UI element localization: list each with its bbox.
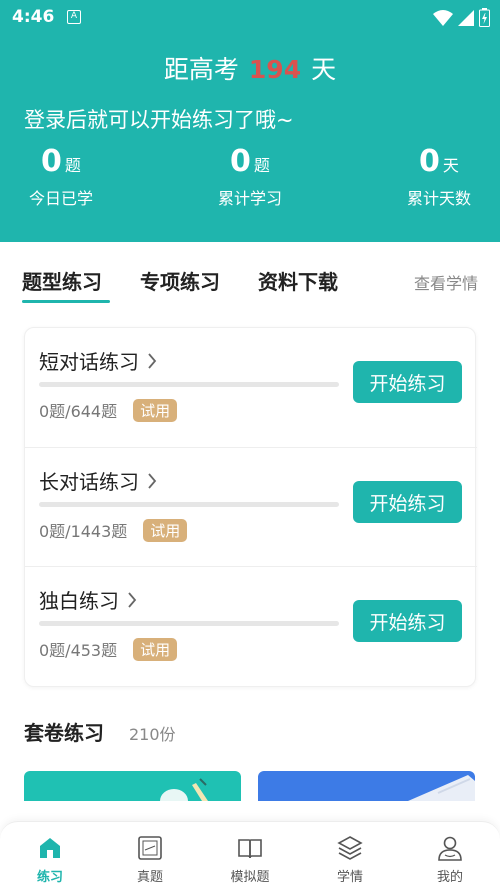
practice-title-text: 短对话练习 — [39, 350, 139, 374]
start-practice-button[interactable]: 开始练习 — [353, 361, 462, 403]
view-progress-link[interactable]: 查看学情 — [414, 270, 478, 294]
practice-title-text: 长对话练习 — [39, 470, 139, 494]
notification-icon: A — [67, 10, 81, 24]
stat-unit: 天 — [442, 156, 459, 175]
header: 距高考 194 天 登录后就可以开始练习了哦~ 0题 今日已学 0题 累计学习 0天… — [0, 36, 500, 242]
practice-count: 0题/453题 — [39, 641, 118, 660]
tab-special[interactable]: 专项练习 — [140, 266, 220, 295]
chevron-right-icon — [128, 591, 137, 608]
status-time: 4:46 — [12, 7, 55, 27]
stat-today: 0题 今日已学 — [24, 144, 98, 209]
nav-label: 真题 — [136, 870, 163, 885]
nav-real-exams[interactable]: 真题 — [110, 834, 190, 885]
practice-title[interactable]: 短对话练习 — [39, 346, 157, 375]
stat-days: 0天 累计天数 — [400, 144, 478, 209]
stat-unit: 题 — [64, 156, 81, 175]
nav-learning-status[interactable]: 学情 — [310, 834, 390, 885]
trial-badge: 试用 — [133, 398, 178, 422]
sets-title: 套卷练习 — [24, 721, 104, 745]
tab-question-type[interactable]: 题型练习 — [22, 266, 102, 295]
home-icon — [40, 838, 60, 858]
sets-count: 210份 — [129, 725, 176, 744]
practice-item: 独白练习 0题/453题 试用 开始练习 — [25, 566, 477, 685]
status-icons — [433, 8, 490, 27]
nav-mine[interactable]: 我的 — [410, 834, 490, 885]
user-icon — [438, 836, 462, 861]
progress-bar — [39, 382, 339, 387]
stat-label: 累计天数 — [406, 189, 471, 208]
exam-paper-icon — [138, 836, 162, 860]
set-card[interactable] — [24, 771, 241, 801]
nav-mock-exams[interactable]: 模拟题 — [210, 834, 290, 885]
practice-card: 短对话练习 0题/644题 试用 开始练习 长对话练习 0题/1443题 试用 … — [24, 327, 477, 687]
nav-label: 学情 — [336, 870, 363, 885]
tab-download[interactable]: 资料下载 — [258, 266, 338, 295]
stat-value: 0 — [419, 144, 440, 179]
practice-tabs: 题型练习 专项练习 资料下载 查看学情 — [0, 266, 500, 306]
start-practice-button[interactable]: 开始练习 — [353, 481, 462, 523]
progress-bar — [39, 502, 339, 507]
active-tab-indicator — [22, 300, 110, 303]
stat-unit: 题 — [253, 156, 270, 175]
stat-value: 0 — [41, 144, 62, 179]
stat-label: 今日已学 — [28, 189, 93, 208]
progress-bar — [39, 621, 339, 626]
chevron-right-icon — [148, 472, 157, 489]
practice-count: 0题/1443题 — [39, 522, 128, 541]
practice-count-row: 0题/1443题 试用 — [39, 518, 188, 542]
battery-icon — [479, 8, 490, 27]
exam-countdown: 距高考 194 天 — [0, 50, 500, 86]
trial-badge: 试用 — [143, 518, 188, 542]
wifi-icon — [433, 9, 453, 26]
layers-icon — [337, 836, 363, 860]
bottom-nav: 练习 真题 模拟题 学情 我的 — [0, 821, 500, 888]
practice-count-row: 0题/453题 试用 — [39, 637, 178, 661]
practice-item: 长对话练习 0题/1443题 试用 开始练习 — [25, 447, 477, 566]
practice-title-text: 独白练习 — [39, 589, 119, 613]
countdown-prefix: 距高考 — [163, 55, 239, 84]
login-tip[interactable]: 登录后就可以开始练习了哦~ — [24, 104, 294, 134]
pencil-illustration — [160, 778, 208, 801]
start-practice-button[interactable]: 开始练习 — [353, 600, 462, 642]
stat-value: 0 — [230, 144, 251, 179]
signal-icon — [458, 9, 474, 26]
paper-illustration — [408, 775, 475, 801]
countdown-days: 194 — [248, 55, 302, 84]
practice-count-row: 0题/644题 试用 — [39, 398, 178, 422]
practice-title[interactable]: 独白练习 — [39, 585, 137, 614]
practice-item: 短对话练习 0题/644题 试用 开始练习 — [25, 328, 477, 447]
nav-label: 模拟题 — [230, 870, 270, 885]
nav-label: 我的 — [436, 870, 463, 885]
stat-total: 0题 累计学习 — [213, 144, 287, 209]
nav-label: 练习 — [36, 870, 63, 885]
countdown-suffix: 天 — [311, 55, 337, 84]
practice-count: 0题/644题 — [39, 402, 118, 421]
stat-label: 累计学习 — [217, 189, 282, 208]
trial-badge: 试用 — [133, 637, 178, 661]
status-bar: 4:46 A — [0, 0, 500, 36]
chevron-right-icon — [148, 352, 157, 369]
practice-title[interactable]: 长对话练习 — [39, 466, 157, 495]
book-icon — [238, 839, 262, 859]
nav-practice[interactable]: 练习 — [10, 834, 90, 885]
set-card[interactable] — [258, 771, 475, 801]
